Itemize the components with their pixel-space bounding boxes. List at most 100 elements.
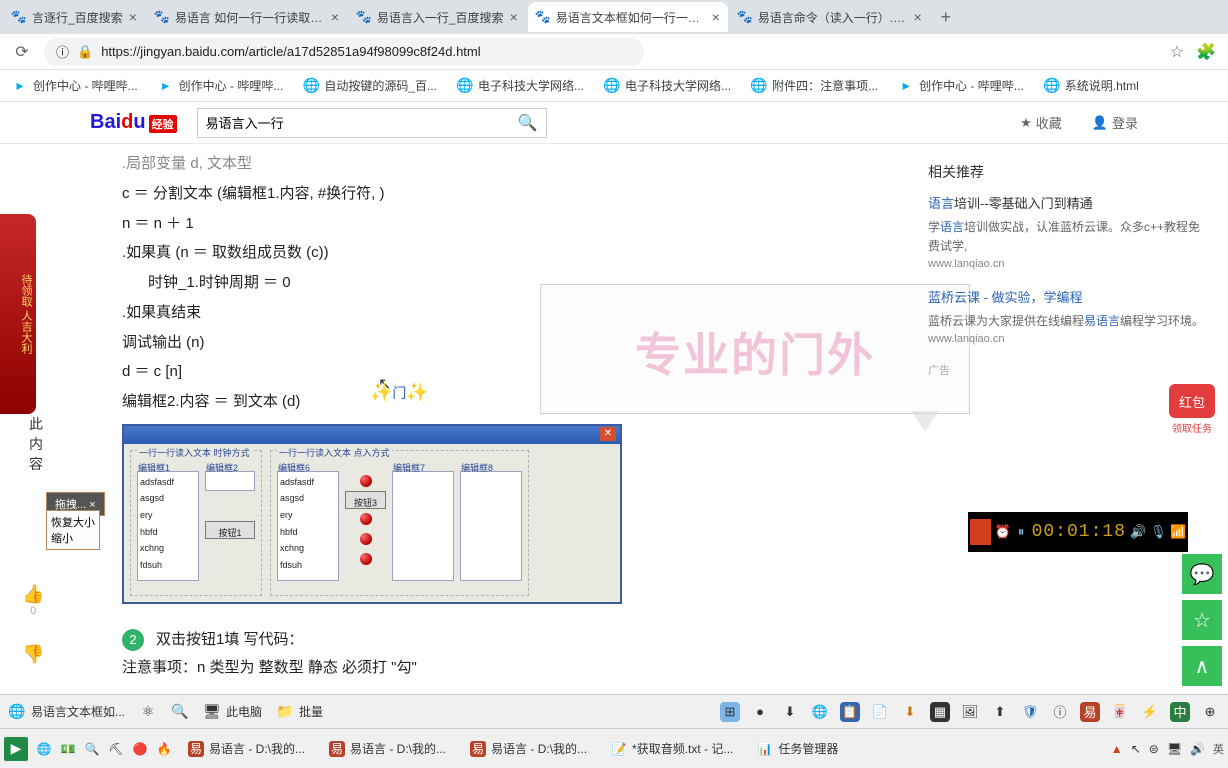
- tab-0[interactable]: 🐾言逐行_百度搜索×: [4, 2, 145, 32]
- taskbar-chrome[interactable]: 🌐易语言文本框如...: [8, 703, 125, 721]
- start-button[interactable]: ▶: [4, 737, 28, 761]
- reload-button[interactable]: ⟳: [12, 42, 32, 62]
- taskbar-app[interactable]: 📝*获取音频.txt - 记...: [603, 736, 741, 761]
- tb-icon[interactable]: 🌐: [36, 741, 52, 757]
- taskbar-app[interactable]: 易易语言 - D:\我的...: [321, 736, 454, 761]
- chrome-icon: 🌐: [8, 703, 26, 721]
- close-icon[interactable]: ×: [510, 9, 518, 25]
- bookmark-item[interactable]: 🌐系统说明.html: [1044, 77, 1139, 94]
- editbox-8[interactable]: 编辑框8: [460, 471, 522, 581]
- tray-icon[interactable]: ⊞: [720, 702, 740, 722]
- tab-3[interactable]: 🐾易语言文本框如何一行一行写×: [528, 2, 728, 32]
- taskbar-app[interactable]: 易易语言 - D:\我的...: [462, 736, 595, 761]
- pause-icon[interactable]: ⏸: [1015, 524, 1028, 540]
- tray-icon[interactable]: ▦: [930, 702, 950, 722]
- tray-icon[interactable]: 📄: [870, 702, 890, 722]
- button-1[interactable]: 按钮1: [205, 521, 255, 539]
- stop-record-icon[interactable]: [970, 519, 991, 545]
- mic-icon[interactable]: 🎙: [1150, 524, 1166, 540]
- close-icon[interactable]: ×: [914, 9, 922, 25]
- globe-icon: 🌐: [303, 78, 319, 94]
- login-button[interactable]: 👤 登录: [1092, 113, 1138, 132]
- bookmark-item[interactable]: 🌐电子科技大学网络...: [457, 77, 584, 94]
- bookmark-item[interactable]: 🌐自动按键的源码_百...: [303, 77, 437, 94]
- tb-icon[interactable]: 💵: [60, 741, 76, 757]
- logo[interactable]: Baidu经验: [90, 111, 177, 134]
- like-button[interactable]: 👍0: [22, 584, 44, 617]
- dislike-button[interactable]: 👎: [22, 644, 44, 665]
- close-icon[interactable]: ×: [712, 9, 720, 25]
- tray-icon[interactable]: 易: [1080, 702, 1100, 722]
- tab-4[interactable]: 🐾易语言命令（读入一行）......×: [730, 2, 930, 32]
- drag-options[interactable]: 恢复大小 缩小: [46, 510, 100, 550]
- tray-icon[interactable]: 📋: [840, 702, 860, 722]
- recommend-item[interactable]: 语言培训--零基础入门到精通 学语言培训做实战，认准蓝桥云课。众多c++教程免费…: [928, 194, 1208, 274]
- top-icon[interactable]: ∧: [1182, 646, 1222, 686]
- taskbar-folder[interactable]: 📁批量: [276, 703, 323, 721]
- taskbar-search[interactable]: 🔍: [171, 703, 189, 721]
- recommend-item[interactable]: 蓝桥云课 - 做实验，学编程 蓝桥云课为大家提供在线编程易语言编程学习环境。 w…: [928, 288, 1208, 349]
- favorite-button[interactable]: ★ 收藏: [1020, 113, 1062, 132]
- tray-icon[interactable]: ▲: [1111, 742, 1123, 756]
- new-tab-button[interactable]: +: [932, 7, 960, 28]
- tab-2[interactable]: 🐾易语言入一行_百度搜索×: [349, 2, 526, 32]
- bookmark-star-icon[interactable]: ☆: [1170, 42, 1184, 62]
- star-icon[interactable]: ☆: [1182, 600, 1222, 640]
- editbox-1[interactable]: 编辑框1adsfasdf asgsd ery hbfd xchng fdsuh: [137, 471, 199, 581]
- bookmark-item[interactable]: ▸创作中心 - 哔哩哔...: [898, 77, 1024, 94]
- tray-icon[interactable]: ●: [750, 702, 770, 722]
- editbox-2[interactable]: 编辑框2: [205, 471, 255, 491]
- tray-icon[interactable]: ⚡: [1140, 702, 1160, 722]
- search-box[interactable]: 🔍: [197, 108, 547, 138]
- tray-icon[interactable]: 🖼: [960, 702, 980, 722]
- tray-icon[interactable]: 🀄: [1110, 702, 1130, 722]
- tray-icon[interactable]: ⬇: [900, 702, 920, 722]
- bookmark-bar: ▸创作中心 - 哔哩哔... ▸创作中心 - 哔哩哔... 🌐自动按键的源码_百…: [0, 70, 1228, 102]
- close-icon[interactable]: ✕: [600, 427, 616, 441]
- tray-icon[interactable]: 🛡: [1020, 702, 1040, 722]
- atom-icon: ⚛: [139, 703, 157, 721]
- tray-icon[interactable]: ⊕: [1200, 702, 1220, 722]
- tray-icon[interactable]: ⬆: [990, 702, 1010, 722]
- taskbar-app[interactable]: 📊任务管理器: [749, 736, 846, 761]
- editbox-7[interactable]: 编辑框7: [392, 471, 454, 581]
- extensions-icon[interactable]: 🧩: [1196, 42, 1216, 62]
- search-input[interactable]: [206, 115, 518, 130]
- tray-icon[interactable]: ⬇: [780, 702, 800, 722]
- tb-icon[interactable]: 🔍: [84, 741, 100, 757]
- tb-icon[interactable]: 🔥: [156, 741, 172, 757]
- url-input[interactable]: ⓘ 🔒 https://jingyan.baidu.com/article/a1…: [44, 38, 644, 66]
- left-red-banner[interactable]: 待领取 人吉大利: [0, 214, 36, 414]
- bookmark-item[interactable]: ▸创作中心 - 哔哩哔...: [12, 77, 138, 94]
- close-icon[interactable]: ×: [331, 9, 339, 25]
- bookmark-item[interactable]: 🌐附件四：注意事项...: [751, 77, 878, 94]
- tab-1[interactable]: 🐾易语言 如何一行一行读取编辑×: [147, 2, 347, 32]
- red-envelope-button[interactable]: 红包 领取任务: [1166, 384, 1218, 435]
- tb-icon[interactable]: ⛏: [108, 741, 124, 757]
- speaker-icon[interactable]: 🔊: [1130, 524, 1146, 540]
- bookmark-item[interactable]: 🌐电子科技大学网络...: [604, 77, 731, 94]
- tray-icon[interactable]: ↖: [1131, 742, 1141, 756]
- bookmark-item[interactable]: ▸创作中心 - 哔哩哔...: [158, 77, 284, 94]
- tray-icon[interactable]: 中: [1170, 702, 1190, 722]
- tb-icon[interactable]: 🔴: [132, 741, 148, 757]
- tray-icon[interactable]: ⓘ: [1050, 702, 1070, 722]
- taskbar-thispc[interactable]: 🖥此电脑: [203, 703, 262, 721]
- taskbar-app[interactable]: 易易语言 - D:\我的...: [180, 736, 313, 761]
- tray-icon[interactable]: 🖥: [1167, 742, 1182, 756]
- screen-recorder-widget[interactable]: ⏰ ⏸ 00:01:18 🔊 🎙 📶: [968, 512, 1188, 552]
- tray-icon[interactable]: ⊜: [1149, 742, 1159, 756]
- ime-indicator[interactable]: 英: [1213, 741, 1224, 757]
- browser-tab-bar: 🐾言逐行_百度搜索× 🐾易语言 如何一行一行读取编辑× 🐾易语言入一行_百度搜索…: [0, 0, 1228, 34]
- ide-titlebar[interactable]: ✕: [124, 426, 620, 444]
- search-icon[interactable]: 🔍: [518, 113, 538, 133]
- site-info-icon[interactable]: ⓘ: [56, 42, 69, 61]
- close-icon[interactable]: ×: [129, 9, 137, 25]
- editbox-6[interactable]: 编辑框6adsfasdf asgsd ery hbfd xchng fdsuh: [277, 471, 339, 581]
- button-3[interactable]: 按钮3: [345, 491, 386, 509]
- taskbar-atom[interactable]: ⚛: [139, 703, 157, 721]
- tray-icon[interactable]: 🌐: [810, 702, 830, 722]
- chat-icon[interactable]: 💬: [1182, 554, 1222, 594]
- tray-icon[interactable]: 🔊: [1190, 742, 1205, 756]
- clock-icon: ⏰: [995, 524, 1011, 540]
